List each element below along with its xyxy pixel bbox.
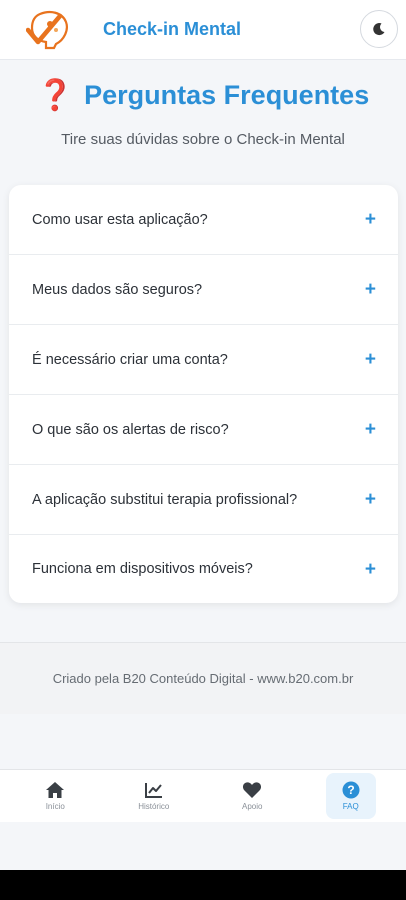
page-title-wrap: ❓ Perguntas Frequentes bbox=[0, 78, 406, 113]
nav-item-apoio[interactable]: Apoio bbox=[227, 773, 277, 819]
faq-question: Meus dados são seguros? bbox=[32, 281, 203, 298]
footer-credit: Criado pela B20 Conteúdo Digital - www.b… bbox=[52, 671, 354, 686]
faq-item[interactable]: Funciona em dispositivos móveis? + bbox=[9, 535, 398, 603]
nav-item-faq[interactable]: ? FAQ bbox=[325, 773, 376, 819]
faq-question: O que são os alertas de risco? bbox=[32, 421, 229, 438]
home-icon bbox=[46, 782, 65, 798]
faq-item[interactable]: É necessário criar uma conta? + bbox=[9, 325, 398, 395]
question-mark-icon: ❓ bbox=[36, 79, 75, 112]
svg-text:?: ? bbox=[347, 783, 354, 797]
page-title-text: Perguntas Frequentes bbox=[84, 80, 370, 110]
app-title: Check-in Mental bbox=[103, 19, 242, 39]
nav-label: Histórico bbox=[138, 802, 170, 811]
heart-icon bbox=[243, 782, 262, 798]
app-header: Check-in Mental bbox=[0, 0, 406, 60]
faq-question: A aplicação substitui terapia profission… bbox=[32, 491, 298, 508]
plus-icon[interactable]: + bbox=[365, 420, 376, 439]
faq-item[interactable]: Meus dados são seguros? + bbox=[9, 255, 398, 325]
nav-label: Apoio bbox=[242, 802, 263, 811]
bottom-nav: Início Histórico Apoio ? FAQ bbox=[0, 769, 406, 822]
faq-question: Como usar esta aplicação? bbox=[32, 211, 208, 228]
faq-question: É necessário criar uma conta? bbox=[32, 351, 228, 368]
faq-item[interactable]: Como usar esta aplicação? + bbox=[9, 185, 398, 255]
question-circle-icon: ? bbox=[342, 781, 360, 799]
nav-label: Início bbox=[45, 802, 65, 811]
page-subtitle: Tire suas dúvidas sobre o Check-in Menta… bbox=[61, 131, 345, 148]
faq-item[interactable]: O que são os alertas de risco? + bbox=[9, 395, 398, 465]
theme-toggle-button[interactable] bbox=[360, 10, 398, 48]
faq-list: Como usar esta aplicação? + Meus dados s… bbox=[9, 185, 398, 603]
page-title: ❓ Perguntas Frequentes bbox=[37, 78, 369, 113]
plus-icon[interactable]: + bbox=[365, 490, 376, 509]
faq-question: Funciona em dispositivos móveis? bbox=[32, 561, 253, 577]
plus-icon[interactable]: + bbox=[365, 560, 376, 579]
nav-item-inicio[interactable]: Início bbox=[30, 773, 80, 819]
plus-icon[interactable]: + bbox=[365, 350, 376, 369]
plus-icon[interactable]: + bbox=[365, 280, 376, 299]
chart-line-icon bbox=[144, 783, 162, 798]
nav-item-historico[interactable]: Histórico bbox=[129, 773, 179, 819]
nav-label: FAQ bbox=[342, 802, 359, 811]
system-bar bbox=[0, 870, 406, 900]
plus-icon[interactable]: + bbox=[365, 210, 376, 229]
footer: Criado pela B20 Conteúdo Digital - www.b… bbox=[0, 642, 406, 714]
faq-item[interactable]: A aplicação substitui terapia profission… bbox=[9, 465, 398, 535]
brain-check-logo-icon[interactable] bbox=[26, 10, 70, 50]
moon-icon bbox=[373, 23, 385, 36]
